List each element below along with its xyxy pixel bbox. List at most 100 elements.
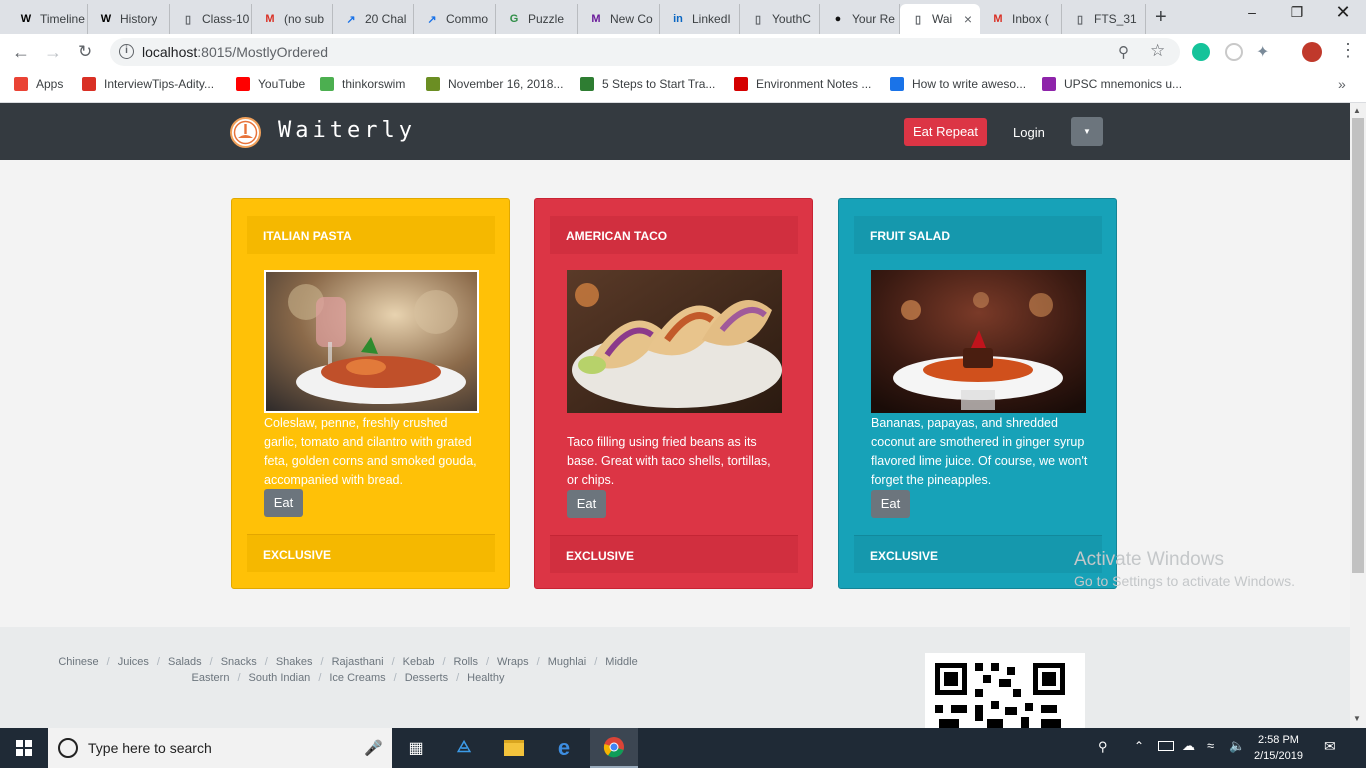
zoom-icon[interactable]: ⚲ — [1118, 43, 1129, 61]
chart-icon: ↗ — [346, 13, 356, 26]
forward-icon[interactable]: → — [44, 42, 62, 63]
menu-kebab-icon[interactable]: ⋮ — [1339, 40, 1357, 61]
vscode-icon[interactable]: ⨺ — [440, 728, 488, 768]
breadcrumb-separator: / — [442, 656, 446, 668]
maximize-icon[interactable]: ❐ — [1274, 4, 1320, 21]
close-tab-icon[interactable]: × — [964, 11, 972, 27]
browser-tab[interactable]: ▯ Wai × — [900, 4, 980, 34]
tab-title: Commo — [446, 12, 489, 26]
bookmark-item[interactable]: 5 Steps to Start Tra... — [580, 77, 715, 91]
bookmark-item[interactable]: UPSC mnemonics u... — [1042, 77, 1182, 91]
card-footer: EXCLUSIVE — [550, 535, 798, 573]
bookmark-label: 5 Steps to Start Tra... — [602, 77, 716, 91]
breadcrumb-separator: / — [393, 672, 397, 684]
browser-tab[interactable]: M (no sub — [252, 4, 333, 34]
browser-tab[interactable]: ↗ 20 Chal — [333, 4, 414, 34]
category-link[interactable]: Mughlai — [548, 656, 587, 668]
fruit-salad-image — [871, 270, 1086, 413]
bookmark-item[interactable]: thinkorswim — [320, 77, 405, 91]
category-link[interactable]: Salads — [168, 656, 202, 668]
taskbar-search-box[interactable]: Type here to search 🎤 — [48, 728, 392, 768]
browser-tab[interactable]: M Inbox ( — [980, 4, 1062, 34]
login-link[interactable]: Login — [1013, 125, 1045, 140]
browser-tab[interactable]: ● Your Re — [820, 4, 900, 34]
clock-date: 2/15/2019 — [1254, 750, 1303, 762]
category-link[interactable]: Rolls — [454, 656, 478, 668]
battery-icon[interactable] — [1158, 741, 1174, 751]
category-link[interactable]: Ice Creams — [329, 672, 385, 684]
grammarly-icon[interactable] — [1192, 43, 1210, 61]
reload-icon[interactable]: ↻ — [78, 42, 92, 62]
bookmark-favicon — [236, 77, 250, 91]
info-icon[interactable]: i — [119, 44, 134, 59]
browser-tab[interactable]: W Timeline — [8, 4, 88, 34]
gmail-icon: M — [265, 13, 275, 25]
eat-button[interactable]: Eat — [871, 490, 910, 518]
breadcrumb-separator: / — [237, 672, 241, 684]
bookmark-favicon — [320, 77, 334, 91]
microphone-icon[interactable]: 🎤 — [364, 739, 383, 757]
minimize-icon[interactable]: – — [1229, 4, 1275, 20]
taskbar-clock[interactable]: 2:58 PM 2/15/2019 — [1254, 732, 1303, 764]
eat-repeat-button[interactable]: Eat Repeat — [904, 118, 987, 146]
browser-tab[interactable]: ▯ Class-10 — [170, 4, 252, 34]
scroll-up-icon[interactable]: ▲ — [1353, 106, 1361, 115]
bookmark-item[interactable]: InterviewTips-Adity... — [82, 77, 214, 91]
eat-button[interactable]: Eat — [264, 489, 303, 517]
more-bookmarks-icon[interactable]: » — [1338, 76, 1346, 92]
wifi-icon[interactable]: ≈ — [1207, 738, 1214, 753]
gfg-icon: G — [509, 13, 519, 25]
volume-icon[interactable]: 🔈 — [1229, 738, 1245, 754]
bookmark-item[interactable]: Environment Notes ... — [734, 77, 871, 91]
bookmark-favicon — [580, 77, 594, 91]
dropdown-toggle-button[interactable]: ▼ — [1071, 117, 1103, 146]
onedrive-cloud-icon[interactable]: ☁ — [1182, 738, 1195, 754]
browser-tab[interactable]: G Puzzle — [496, 4, 578, 34]
brand-name[interactable]: Waiterly — [278, 118, 416, 143]
browser-tab[interactable]: ▯ YouthC — [740, 4, 820, 34]
category-link[interactable]: Shakes — [276, 656, 313, 668]
browser-tab[interactable]: M New Co — [578, 4, 660, 34]
bookmark-item[interactable]: November 16, 2018... — [426, 77, 563, 91]
category-link[interactable]: Desserts — [405, 672, 448, 684]
address-bar[interactable]: i localhost:8015/MostlyOrdered ⚲ ☆ — [110, 38, 1180, 66]
bookmark-item[interactable]: Apps — [14, 77, 63, 91]
bookmark-star-icon[interactable]: ☆ — [1150, 41, 1165, 61]
action-center-icon[interactable]: ✉ — [1324, 738, 1336, 755]
category-link[interactable]: South Indian — [249, 672, 311, 684]
category-link[interactable]: Juices — [118, 656, 149, 668]
bookmark-item[interactable]: YouTube — [236, 77, 305, 91]
puzzle-extension-icon[interactable]: ✦ — [1256, 42, 1269, 62]
scroll-down-icon[interactable]: ▼ — [1353, 714, 1361, 723]
browser-tab[interactable]: ▯ FTS_31 — [1062, 4, 1146, 34]
apps-grid-icon — [14, 77, 28, 91]
browser-tab[interactable]: W History — [88, 4, 170, 34]
back-icon[interactable]: ← — [12, 42, 30, 63]
windows-start-icon[interactable] — [0, 728, 48, 768]
category-link[interactable]: Rajasthani — [332, 656, 384, 668]
edge-icon[interactable]: e — [540, 728, 588, 768]
cortana-icon — [58, 738, 78, 758]
category-link[interactable]: Snacks — [221, 656, 257, 668]
task-view-icon[interactable]: ▦ — [392, 728, 440, 768]
scrollbar-thumb[interactable] — [1352, 118, 1364, 573]
bookmark-label: How to write aweso... — [912, 77, 1027, 91]
document-icon: ▯ — [1076, 13, 1084, 26]
close-window-icon[interactable]: ✕ — [1320, 2, 1366, 23]
show-hidden-icons-chevron[interactable]: ⌃ — [1134, 739, 1144, 753]
category-link[interactable]: Wraps — [497, 656, 529, 668]
bookmark-item[interactable]: How to write aweso... — [890, 77, 1026, 91]
waiterly-logo[interactable] — [230, 117, 261, 148]
browser-tab[interactable]: in LinkedI — [660, 4, 740, 34]
new-tab-icon[interactable]: + — [1155, 6, 1167, 29]
extension-icon[interactable] — [1225, 43, 1243, 61]
avatar[interactable] — [1302, 42, 1322, 62]
eat-button[interactable]: Eat — [567, 490, 606, 518]
chrome-icon[interactable] — [590, 728, 638, 768]
file-explorer-icon[interactable] — [490, 728, 538, 768]
category-link[interactable]: Chinese — [58, 656, 98, 668]
category-link[interactable]: Healthy — [467, 672, 504, 684]
category-link[interactable]: Kebab — [403, 656, 435, 668]
browser-tab[interactable]: ↗ Commo — [414, 4, 496, 34]
people-icon[interactable]: ⚲ — [1098, 739, 1108, 755]
